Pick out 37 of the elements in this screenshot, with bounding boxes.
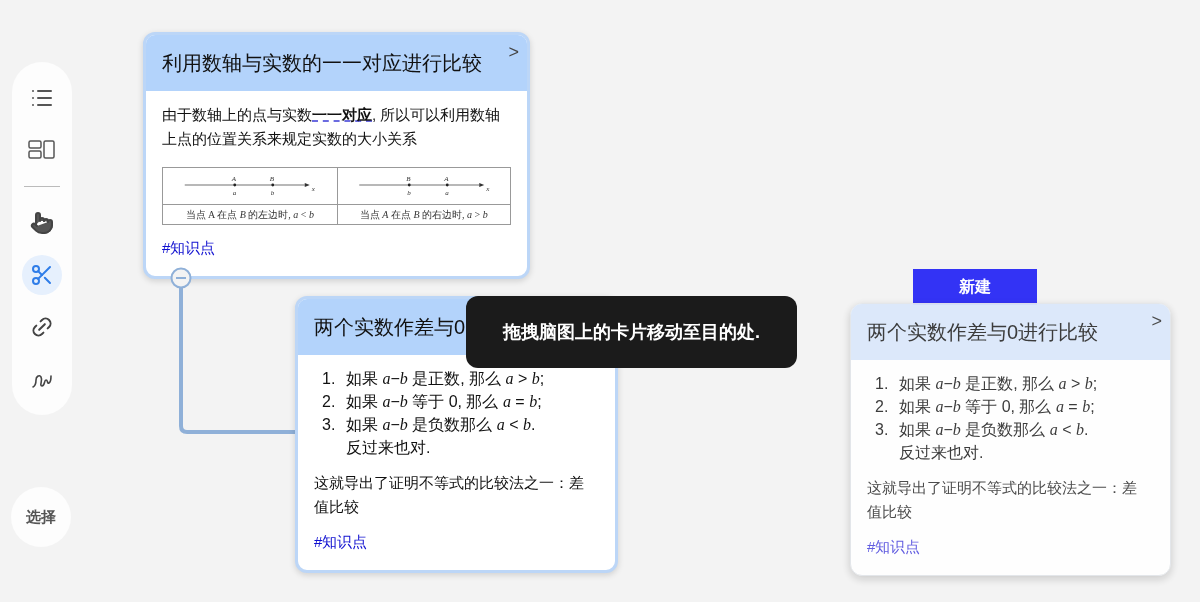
scissors-icon — [30, 263, 54, 287]
card-title: 利用数轴与实数的一一对应进行比较 — [162, 51, 482, 76]
list-item: 如果 a−b 是正数, 那么 a > b; — [899, 374, 1098, 394]
layout-icon — [28, 140, 56, 160]
tag-link[interactable]: #知识点 — [867, 536, 921, 559]
list-item: 如果 a−b 是正数, 那么 a > b; — [346, 369, 545, 389]
card-title: 两个实数作差与0进行比较 — [867, 320, 1099, 345]
list-item: 如果 a−b 是负数那么 a < b. — [899, 420, 1089, 440]
list-note: 反过来也对. — [345, 438, 432, 458]
tag-link[interactable]: #知识点 — [314, 531, 368, 554]
point-dot — [445, 183, 449, 187]
select-button[interactable]: 选择 — [11, 487, 71, 547]
point-dot — [407, 183, 411, 187]
figure-caption: 当点 A 在点 B 的左边时, a < b — [185, 208, 314, 222]
card-paragraph: 由于数轴上的点与实数一一对应, 所以可以利用数轴上点的位置关系来规定实数的大小关系 — [162, 105, 502, 149]
card-paragraph: 这就导出了证明不等式的比较法之一：差值比较 — [867, 478, 1138, 522]
list-number: 3. — [875, 420, 890, 440]
point-dot — [233, 183, 237, 187]
card-paragraph: 这就导出了证明不等式的比较法之一：差值比较 — [314, 473, 585, 517]
list-item: 如果 a−b 等于 0, 那么 a = b; — [346, 392, 542, 412]
figure-caption: 当点 A 在点 B 的右边时, a > b — [359, 208, 488, 222]
list-item: 如果 a−b 等于 0, 那么 a = b; — [899, 397, 1095, 417]
expand-chevron[interactable]: > — [508, 39, 519, 66]
list-number: 1. — [875, 374, 890, 394]
mind-map-card[interactable]: 两个实数作差与0进行比较 > 1. 如果 a−b 是正数, 那么 a > b; 2. 如果 a−b 等于 0, 那么 a = b; 3. 如果 a−b 是负数那么 a < b. 反过来也对. 这就导出了证明不等式的比较法之一：差值比较 #知识点 — [850, 303, 1171, 576]
list-note: 反过来也对. — [898, 443, 985, 463]
list-number: 3. — [322, 415, 337, 435]
point-dot — [271, 183, 275, 187]
expand-chevron[interactable]: > — [1151, 308, 1162, 335]
list-number: 1. — [322, 369, 337, 389]
list-number: 2. — [322, 392, 337, 412]
card-title: 两个实数作差与0 — [314, 315, 466, 340]
tag-link[interactable]: #知识点 — [162, 237, 216, 260]
hand-pointer-icon — [30, 211, 54, 235]
new-button[interactable]: 新建 — [913, 269, 1037, 305]
list-number: 2. — [875, 397, 890, 417]
list-item: 如果 a−b 是负数那么 a < b. — [346, 415, 536, 435]
